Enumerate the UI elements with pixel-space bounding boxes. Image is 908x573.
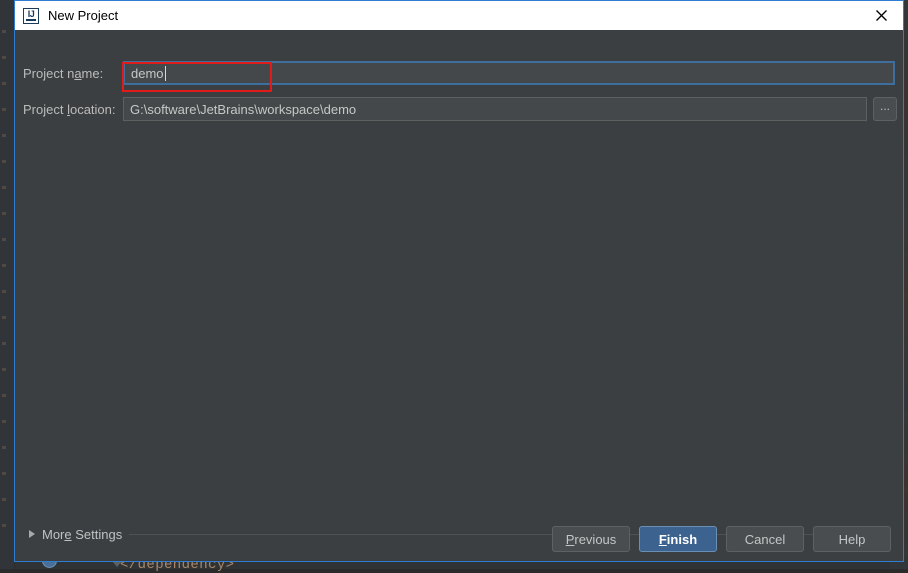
close-icon[interactable] [859, 1, 903, 30]
new-project-dialog: IJ New Project Project name: demo Projec… [14, 0, 904, 562]
cancel-button[interactable]: Cancel [726, 526, 804, 552]
previous-button[interactable]: Previous [552, 526, 630, 552]
dialog-title: New Project [48, 1, 118, 30]
project-location-row: Project location: G:\software\JetBrains\… [23, 98, 897, 120]
intellij-idea-logo-icon: IJ [23, 8, 39, 24]
text-caret [165, 66, 166, 81]
help-button[interactable]: Help [813, 526, 891, 552]
project-location-label: Project location: [23, 102, 123, 117]
project-name-row: Project name: demo [23, 62, 897, 84]
browse-location-button[interactable]: ... [873, 97, 897, 121]
project-name-value: demo [131, 66, 164, 81]
project-location-value: G:\software\JetBrains\workspace\demo [130, 102, 356, 117]
finish-button[interactable]: Finish [639, 526, 717, 552]
chevron-right-icon[interactable] [29, 530, 35, 538]
dialog-button-bar: Previous Finish Cancel Help [552, 526, 891, 552]
project-name-label: Project name: [23, 66, 123, 81]
more-settings-label[interactable]: More Settings [42, 527, 122, 542]
dialog-content: Project name: demo Project location: G:\… [15, 30, 903, 561]
background-left-gutter [0, 0, 15, 569]
background-error-stripes [2, 30, 6, 530]
project-location-input[interactable]: G:\software\JetBrains\workspace\demo [123, 97, 867, 121]
project-name-input[interactable]: demo [123, 61, 895, 85]
dialog-titlebar: IJ New Project [15, 1, 903, 30]
logo-underbar [26, 19, 36, 21]
